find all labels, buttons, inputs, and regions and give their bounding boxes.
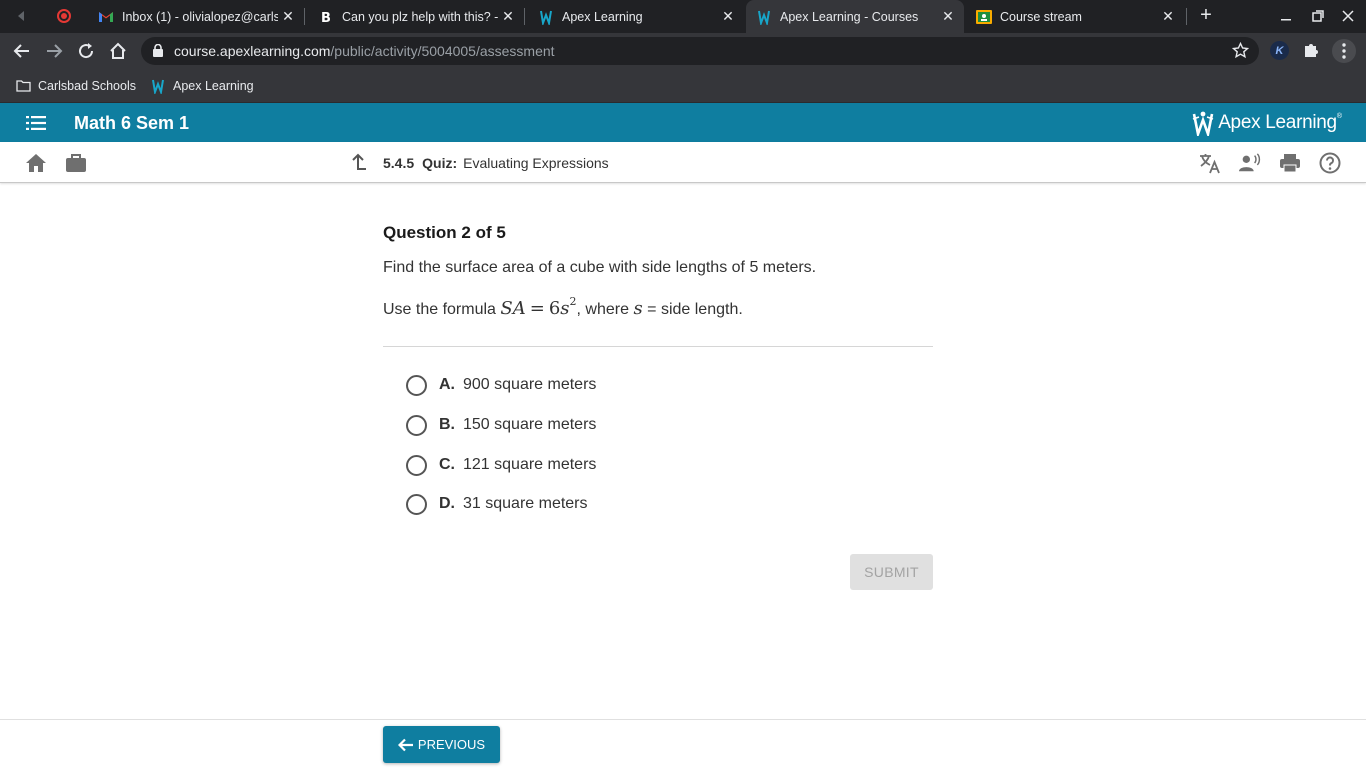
activity-type: Quiz:: [422, 155, 458, 171]
browser-tab-strip: Inbox (1) - olivialopez@carlsb ✕ B Can y…: [0, 0, 1366, 33]
bookmark-star-icon[interactable]: [1231, 41, 1250, 64]
up-level-icon[interactable]: [348, 153, 368, 173]
browser-tab-gmail[interactable]: Inbox (1) - olivialopez@carlsb ✕: [88, 0, 304, 33]
choice-text: 150 square meters: [463, 416, 597, 433]
restore-icon[interactable]: [1308, 6, 1328, 26]
tab-separator: [524, 8, 525, 25]
address-bar[interactable]: course.apexlearning.com/public/activity/…: [141, 37, 1259, 65]
menu-list-icon[interactable]: [26, 115, 46, 131]
previous-button[interactable]: PREVIOUS: [383, 726, 500, 763]
bookmark-carlsbad-schools[interactable]: Carlsbad Schools: [15, 76, 136, 96]
answer-choice-c[interactable]: C. 121 square meters: [406, 453, 596, 477]
radio-button[interactable]: [406, 454, 427, 476]
browser-toolbar: course.apexlearning.com/public/activity/…: [0, 33, 1366, 69]
question-header: Question 2 of 5: [383, 223, 506, 242]
answer-choice-a[interactable]: A. 900 square meters: [406, 373, 596, 397]
tab-title: Course stream: [1000, 9, 1082, 24]
tab-separator: [304, 8, 305, 25]
close-tab-icon[interactable]: ✕: [1158, 7, 1178, 27]
brainly-icon: B: [318, 9, 334, 25]
formula-math: SA = 6s2: [500, 295, 577, 319]
apex-logo-mark-icon: [1192, 111, 1214, 136]
lock-icon[interactable]: [153, 43, 163, 62]
svg-text:B: B: [321, 11, 331, 24]
question-text: Find the surface area of a cube with sid…: [383, 259, 817, 276]
arrow-left-icon: [397, 738, 414, 752]
translate-icon[interactable]: [1199, 152, 1221, 174]
forward-icon[interactable]: [42, 39, 66, 63]
close-window-icon[interactable]: [1338, 6, 1358, 26]
back-icon[interactable]: [10, 39, 34, 63]
text-to-speech-icon[interactable]: [1239, 152, 1261, 174]
browser-tab-brainly[interactable]: B Can you plz help with this? - B ✕: [308, 0, 524, 33]
activity-title: Evaluating Expressions: [463, 155, 609, 171]
new-tab-button[interactable]: +: [1196, 5, 1216, 26]
footer-nav: PREVIOUS: [0, 719, 1366, 768]
briefcase-icon[interactable]: [65, 152, 87, 174]
browser-tab-classroom[interactable]: Course stream ✕: [966, 0, 1184, 33]
home-icon[interactable]: [25, 152, 47, 174]
question-formula: Use the formula SA = 6s2, where s = side l…: [383, 295, 743, 319]
tab-separator: [1186, 8, 1187, 25]
radio-button[interactable]: [406, 493, 427, 515]
close-tab-icon[interactable]: ✕: [938, 7, 958, 27]
tab-title: Apex Learning: [562, 9, 643, 24]
course-title: Math 6 Sem 1: [74, 113, 190, 133]
folder-icon: [15, 78, 31, 94]
question-divider: [383, 346, 933, 347]
browser-menu-icon[interactable]: [1332, 39, 1356, 63]
apex-icon: [538, 9, 554, 25]
url-text: course.apexlearning.com/public/activity/…: [174, 43, 555, 59]
apex-learning-logo: Apex Learning ®: [1192, 109, 1342, 136]
reload-icon[interactable]: [74, 39, 98, 63]
help-icon[interactable]: [1319, 152, 1341, 174]
tab-title: Apex Learning - Courses: [780, 9, 919, 24]
activity-toolbar: 5.4.5 Quiz: Evaluating Expressions: [0, 142, 1366, 183]
browser-tab-apex[interactable]: Apex Learning ✕: [528, 0, 744, 33]
extensions-puzzle-icon[interactable]: [1302, 41, 1322, 61]
radio-button[interactable]: [406, 414, 427, 436]
extension-k-icon[interactable]: K: [1270, 41, 1289, 60]
apex-icon: [756, 9, 772, 25]
apex-app-header: Math 6 Sem 1 Apex Learning ®: [0, 103, 1366, 142]
tab-search-back-icon[interactable]: [14, 8, 32, 24]
browser-tab-apex-courses[interactable]: Apex Learning - Courses ✕: [746, 0, 964, 33]
answer-choice-b[interactable]: B. 150 square meters: [406, 413, 596, 437]
home-icon[interactable]: [106, 39, 130, 63]
choice-text: 121 square meters: [463, 456, 597, 473]
bookmark-label: Apex Learning: [173, 79, 254, 93]
bookmarks-bar: Carlsbad Schools Apex Learning: [0, 69, 1366, 103]
tab-title: Can you plz help with this? - B: [342, 9, 498, 24]
radio-button[interactable]: [406, 374, 427, 396]
gmail-icon: [98, 9, 114, 25]
answer-choice-d[interactable]: D. 31 square meters: [406, 492, 588, 516]
choice-text: 900 square meters: [463, 376, 597, 393]
submit-button[interactable]: SUBMIT: [850, 554, 933, 590]
close-tab-icon[interactable]: ✕: [278, 7, 298, 27]
print-icon[interactable]: [1279, 152, 1301, 174]
bookmark-apex-learning[interactable]: Apex Learning: [150, 76, 254, 96]
close-tab-icon[interactable]: ✕: [498, 7, 518, 27]
tab-title: Inbox (1) - olivialopez@carlsb: [122, 9, 278, 24]
bookmark-label: Carlsbad Schools: [38, 79, 136, 93]
activity-number: 5.4.5: [383, 155, 415, 171]
classroom-icon: [976, 9, 992, 25]
choice-text: 31 square meters: [463, 495, 588, 512]
close-tab-icon[interactable]: ✕: [718, 7, 738, 27]
recording-icon: [57, 9, 71, 23]
minimize-icon[interactable]: [1276, 6, 1296, 26]
breadcrumb: 5.4.5 Quiz: Evaluating Expressions: [348, 153, 609, 173]
apex-icon: [150, 78, 166, 94]
